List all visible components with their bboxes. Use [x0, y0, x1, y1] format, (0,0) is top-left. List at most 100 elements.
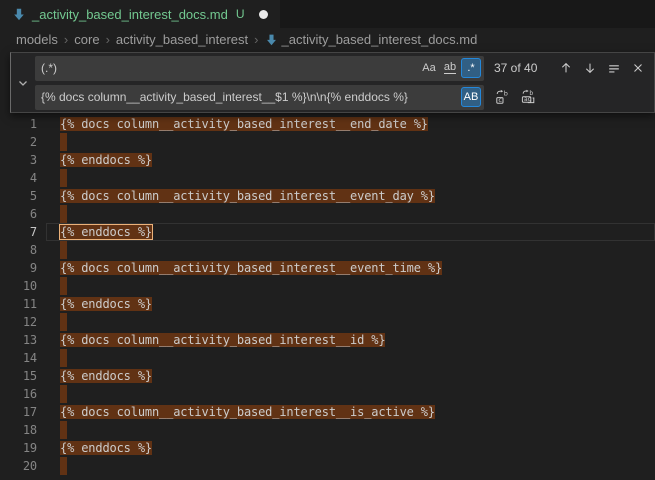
- match-case-toggle[interactable]: Aa: [419, 58, 439, 78]
- line-number[interactable]: 10: [0, 277, 37, 295]
- line-content[interactable]: {% enddocs %}: [60, 439, 152, 457]
- line-number[interactable]: 19: [0, 439, 37, 457]
- line-content[interactable]: [60, 241, 67, 259]
- line-number[interactable]: 4: [0, 169, 37, 187]
- line-number[interactable]: 6: [0, 205, 37, 223]
- line-content[interactable]: {% docs column__activity_based_interest_…: [60, 115, 428, 133]
- editor-line[interactable]: 3 {% enddocs %}: [0, 151, 655, 169]
- editor-line[interactable]: 18: [0, 421, 655, 439]
- replace-input[interactable]: [35, 90, 460, 104]
- editor-line[interactable]: 11 {% enddocs %}: [0, 295, 655, 313]
- breadcrumb-item-folder[interactable]: activity_based_interest: [116, 32, 248, 47]
- editor-line[interactable]: 12: [0, 313, 655, 331]
- tab-filename: _activity_based_interest_docs.md: [32, 7, 228, 22]
- line-content[interactable]: [60, 385, 67, 403]
- svg-text:b: b: [504, 90, 508, 98]
- find-match: {% enddocs %}: [60, 441, 152, 455]
- line-content[interactable]: {% docs column__activity_based_interest_…: [60, 259, 442, 277]
- code-area[interactable]: 1 {% docs column__activity_based_interest…: [0, 50, 655, 475]
- editor-line[interactable]: 9 {% docs column__activity_based_interest…: [0, 259, 655, 277]
- breadcrumb-item-core[interactable]: core: [74, 32, 99, 47]
- replace-all-icon[interactable]: b ac: [518, 87, 538, 107]
- editor-line[interactable]: 20: [0, 457, 655, 475]
- line-content[interactable]: {% enddocs %}: [60, 367, 152, 385]
- editor-line[interactable]: 10: [0, 277, 655, 295]
- line-number[interactable]: 13: [0, 331, 37, 349]
- editor-line[interactable]: 6: [0, 205, 655, 223]
- editor[interactable]: Aa ab .* 37 of 40: [0, 50, 655, 470]
- find-match-empty: [60, 313, 67, 331]
- breadcrumb-item-file[interactable]: _activity_based_interest_docs.md: [265, 32, 478, 47]
- preserve-case-toggle[interactable]: AB: [461, 87, 481, 107]
- find-match-empty: [60, 349, 67, 367]
- line-number[interactable]: 11: [0, 295, 37, 313]
- toggle-replace-button[interactable]: [11, 53, 35, 112]
- tab-active-file[interactable]: _activity_based_interest_docs.md U: [0, 0, 280, 28]
- line-content[interactable]: {% enddocs %}: [60, 295, 152, 313]
- find-match-empty: [60, 205, 67, 223]
- editor-line[interactable]: 14: [0, 349, 655, 367]
- close-icon[interactable]: [628, 58, 648, 78]
- find-match-empty: [60, 457, 67, 475]
- line-content[interactable]: [60, 205, 67, 223]
- line-content[interactable]: {% enddocs %}: [60, 223, 152, 241]
- tab-bar: _activity_based_interest_docs.md U: [0, 0, 655, 28]
- replace-icon[interactable]: b c: [492, 87, 512, 107]
- line-content[interactable]: [60, 277, 67, 295]
- line-number[interactable]: 14: [0, 349, 37, 367]
- editor-line[interactable]: 19 {% enddocs %}: [0, 439, 655, 457]
- find-match: {% docs column__activity_based_interest_…: [60, 117, 428, 131]
- line-number[interactable]: 8: [0, 241, 37, 259]
- line-number[interactable]: 3: [0, 151, 37, 169]
- line-number[interactable]: 17: [0, 403, 37, 421]
- line-number[interactable]: 2: [0, 133, 37, 151]
- line-content[interactable]: [60, 457, 67, 475]
- line-content[interactable]: {% enddocs %}: [60, 151, 152, 169]
- breadcrumb-item-models[interactable]: models: [16, 32, 58, 47]
- find-match: {% docs column__activity_based_interest_…: [60, 189, 435, 203]
- editor-line[interactable]: 15 {% enddocs %}: [0, 367, 655, 385]
- chevron-down-icon: [15, 75, 31, 91]
- find-in-selection-button[interactable]: [604, 58, 624, 78]
- line-content[interactable]: [60, 169, 67, 187]
- modified-dot-icon[interactable]: [259, 10, 268, 19]
- editor-line[interactable]: 1 {% docs column__activity_based_interest…: [0, 115, 655, 133]
- editor-line[interactable]: 17 {% docs column__activity_based_interes…: [0, 403, 655, 421]
- editor-line[interactable]: 16: [0, 385, 655, 403]
- editor-line[interactable]: 13 {% docs column__activity_based_interes…: [0, 331, 655, 349]
- line-content[interactable]: {% docs column__activity_based_interest_…: [60, 187, 435, 205]
- replace-row: AB b c: [35, 85, 648, 110]
- find-input-box: Aa ab .*: [35, 56, 484, 81]
- whole-word-toggle[interactable]: ab: [440, 58, 460, 78]
- svg-text:ac: ac: [524, 96, 531, 103]
- line-number[interactable]: 15: [0, 367, 37, 385]
- editor-line[interactable]: 5 {% docs column__activity_based_interest…: [0, 187, 655, 205]
- line-content[interactable]: [60, 349, 67, 367]
- regex-toggle[interactable]: .*: [461, 58, 481, 78]
- editor-line[interactable]: 7 {% enddocs %}: [0, 223, 655, 241]
- chevron-right-icon: ›: [106, 32, 110, 47]
- previous-match-button[interactable]: [556, 58, 576, 78]
- find-match-empty: [60, 241, 67, 259]
- line-content[interactable]: [60, 313, 67, 331]
- match-count: 37 of 40: [494, 61, 537, 75]
- line-number[interactable]: 7: [0, 223, 37, 241]
- find-match: {% docs column__activity_based_interest_…: [60, 405, 435, 419]
- line-content[interactable]: {% docs column__activity_based_interest_…: [60, 403, 435, 421]
- line-number[interactable]: 16: [0, 385, 37, 403]
- line-content[interactable]: [60, 421, 67, 439]
- chevron-right-icon: ›: [64, 32, 68, 47]
- next-match-button[interactable]: [580, 58, 600, 78]
- line-content[interactable]: {% docs column__activity_based_interest_…: [60, 331, 385, 349]
- editor-line[interactable]: 2: [0, 133, 655, 151]
- find-input[interactable]: [35, 61, 418, 75]
- line-number[interactable]: 12: [0, 313, 37, 331]
- line-number[interactable]: 18: [0, 421, 37, 439]
- line-number[interactable]: 1: [0, 115, 37, 133]
- line-number[interactable]: 20: [0, 457, 37, 475]
- editor-line[interactable]: 4: [0, 169, 655, 187]
- line-content[interactable]: [60, 133, 67, 151]
- editor-line[interactable]: 8: [0, 241, 655, 259]
- line-number[interactable]: 5: [0, 187, 37, 205]
- line-number[interactable]: 9: [0, 259, 37, 277]
